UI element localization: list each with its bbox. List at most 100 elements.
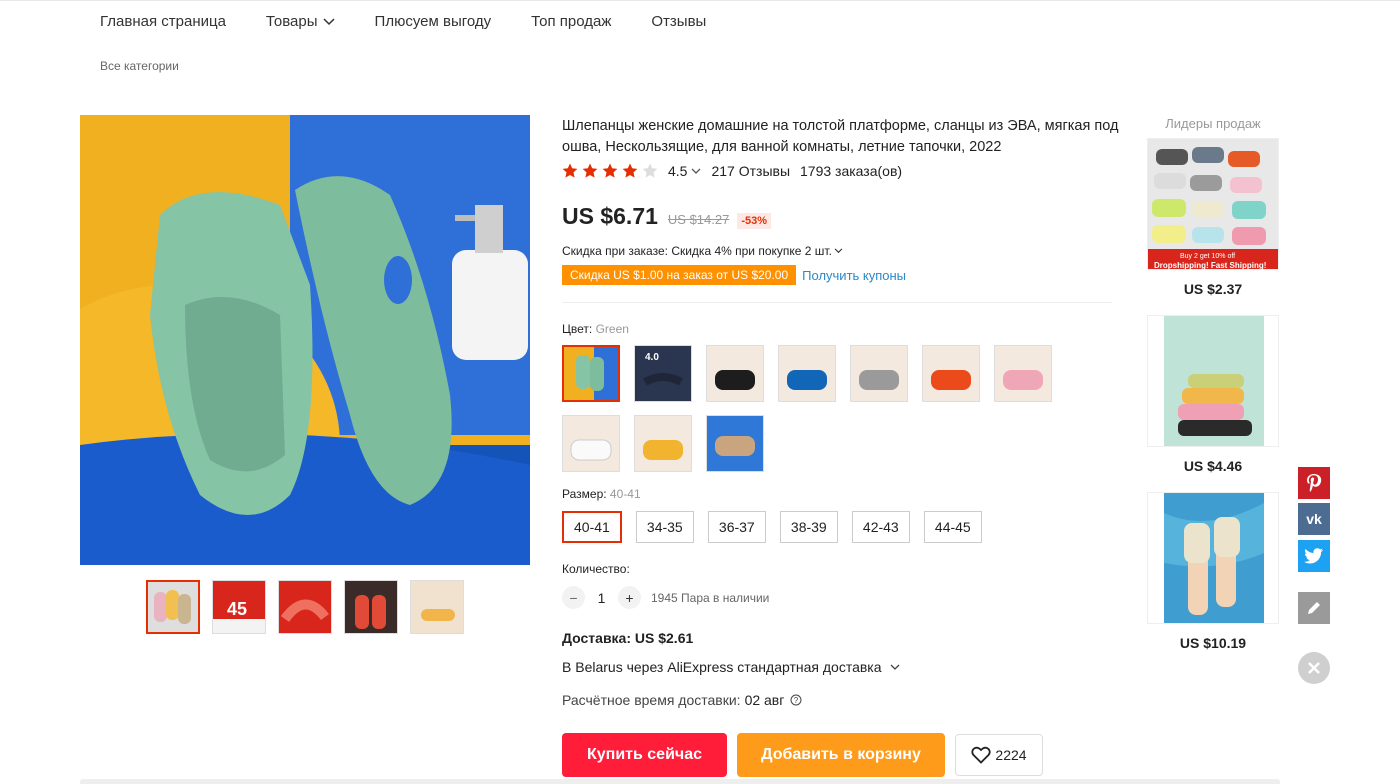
increase-button[interactable]: +	[618, 586, 641, 609]
swatch-navy-badge: 4.0	[645, 352, 659, 363]
swatch-black[interactable]	[706, 345, 764, 402]
banner-bottom-text: Dropshipping! Fast Shipping!	[1154, 261, 1266, 270]
size-option[interactable]: 36-37	[707, 511, 766, 543]
thumbnail-4[interactable]	[344, 580, 398, 634]
size-option[interactable]: 44-45	[923, 511, 982, 543]
main-product-image[interactable]	[80, 115, 530, 565]
size-options: 40-41 34-35 36-37 38-39 42-43 44-45	[562, 511, 996, 543]
size-label: Размер: 40-41	[562, 487, 641, 501]
swatch-green[interactable]	[562, 345, 620, 402]
quantity-stepper: − 1 + 1945 Пара в наличии	[562, 586, 769, 609]
help-icon[interactable]: ?	[790, 694, 802, 706]
bestseller-price[interactable]: US $4.46	[1147, 458, 1279, 474]
discount-badge: -53%	[737, 213, 772, 229]
bestseller-item[interactable]: Buy 2 get 10% off Dropshipping! Fast Shi…	[1147, 138, 1279, 297]
wishlist-button[interactable]: 2224	[955, 734, 1043, 776]
nav-home[interactable]: Главная страница	[100, 13, 226, 30]
thumbnail-3[interactable]	[278, 580, 332, 634]
orders-count: 1793 заказа(ов)	[800, 163, 903, 179]
bestseller-image[interactable]	[1147, 315, 1279, 447]
old-price: US $14.27	[667, 212, 730, 227]
color-label-text: Цвет:	[562, 322, 593, 336]
decrease-button[interactable]: −	[562, 586, 585, 609]
size-option[interactable]: 42-43	[851, 511, 910, 543]
chevron-down-icon	[323, 17, 335, 25]
size-option[interactable]: 38-39	[779, 511, 838, 543]
color-value: Green	[595, 322, 629, 336]
chevron-down-icon	[834, 248, 843, 254]
rating-value[interactable]: 4.5	[668, 163, 687, 179]
bestseller-item[interactable]: US $4.46	[1147, 315, 1279, 474]
nav-plus[interactable]: Плюсуем выгоду	[375, 13, 492, 30]
heart-icon	[971, 746, 992, 764]
breadcrumb[interactable]: Все категории	[100, 59, 179, 73]
coupon-row: Скидка US $1.00 на заказ от US $20.00 По…	[562, 265, 906, 285]
swatch-khaki[interactable]	[706, 415, 764, 472]
size-label-text: Размер:	[562, 487, 607, 501]
quantity-label: Количество:	[562, 562, 630, 576]
bestseller-price[interactable]: US $10.19	[1147, 635, 1279, 651]
pinterest-icon[interactable]	[1298, 467, 1330, 499]
wishlist-count: 2224	[995, 747, 1027, 763]
swatch-gray[interactable]	[850, 345, 908, 402]
swatch-yellow[interactable]	[634, 415, 692, 472]
size-option[interactable]: 40-41	[562, 511, 622, 543]
swatch-orange[interactable]	[922, 345, 980, 402]
reviews-count[interactable]: 217 Отзывы	[711, 163, 790, 179]
swatch-white[interactable]	[562, 415, 620, 472]
bestsellers-title: Лидеры продаж	[1165, 116, 1261, 131]
price-row: US $6.71 US $14.27 -53%	[562, 203, 772, 230]
vk-icon-label: vk	[1306, 511, 1322, 527]
chevron-down-icon	[890, 664, 899, 670]
edit-icon[interactable]	[1298, 592, 1330, 624]
swatch-navy[interactable]: 4.0	[634, 345, 692, 402]
size-option[interactable]: 34-35	[635, 511, 694, 543]
chevron-down-icon[interactable]	[691, 168, 701, 175]
main-nav: Главная страница Товары Плюсуем выгоду Т…	[100, 13, 746, 30]
product-title: Шлепанцы женские домашние на толстой пла…	[562, 118, 1119, 155]
coupon-tag: Скидка US $1.00 на заказ от US $20.00	[562, 265, 797, 285]
order-discount-label: Скидка при заказе:	[562, 244, 668, 258]
bestseller-price[interactable]: US $2.37	[1147, 281, 1279, 297]
current-price: US $6.71	[562, 203, 658, 229]
close-icon[interactable]	[1298, 652, 1330, 684]
eta-label: Расчётное время доставки:	[562, 692, 741, 708]
vk-icon[interactable]: vk	[1298, 503, 1330, 535]
rating-row: 4.5 217 Отзывы 1793 заказа(ов)	[562, 163, 902, 179]
swatch-blue[interactable]	[778, 345, 836, 402]
thumbnail-1[interactable]	[146, 580, 200, 634]
get-coupons-link[interactable]: Получить купоны	[802, 268, 906, 283]
nav-reviews[interactable]: Отзывы	[651, 13, 706, 30]
color-label: Цвет: Green	[562, 322, 629, 336]
banner-top-text: Buy 2 get 10% off	[1180, 253, 1235, 260]
color-swatches: 4.0	[562, 345, 1082, 485]
top-border	[0, 0, 1400, 1]
bestseller-image[interactable]: Buy 2 get 10% off Dropshipping! Fast Shi…	[1147, 138, 1279, 270]
eta-value: 02 авг	[744, 692, 785, 708]
order-discount-text: Скидка 4% при покупке 2 шт.	[671, 244, 832, 258]
nav-top-sales[interactable]: Топ продаж	[531, 13, 611, 30]
buy-now-button[interactable]: Купить сейчас	[562, 733, 727, 777]
thumbnail-2[interactable]: 45	[212, 580, 266, 634]
shipping-method[interactable]: В Belarus через AliExpress стандартная д…	[562, 659, 900, 675]
nav-products-label: Товары	[265, 13, 318, 30]
svg-text:?: ?	[794, 696, 799, 705]
size-value: 40-41	[609, 487, 641, 501]
add-to-cart-button[interactable]: Добавить в корзину	[737, 733, 945, 777]
bottom-panel-edge	[80, 779, 1280, 784]
shipping-route: В Belarus через AliExpress стандартная д…	[562, 659, 882, 675]
thumbnail-strip: 45	[146, 580, 476, 634]
bestseller-item[interactable]: US $10.19	[1147, 492, 1279, 651]
divider	[562, 302, 1112, 303]
nav-products[interactable]: Товары	[266, 13, 335, 30]
order-discount[interactable]: Скидка при заказе: Скидка 4% при покупке…	[562, 244, 843, 258]
delivery-estimate: Расчётное время доставки: 02 авг ?	[562, 692, 802, 708]
twitter-icon[interactable]	[1298, 540, 1330, 572]
thumbnail-5[interactable]	[410, 580, 464, 634]
shipping-cost: Доставка: US $2.61	[562, 630, 694, 646]
swatch-pink[interactable]	[994, 345, 1052, 402]
quantity-value[interactable]: 1	[585, 590, 618, 606]
thumbnail-2-text: 45	[227, 599, 247, 619]
star-rating	[562, 163, 662, 179]
bestseller-image[interactable]	[1147, 492, 1279, 624]
